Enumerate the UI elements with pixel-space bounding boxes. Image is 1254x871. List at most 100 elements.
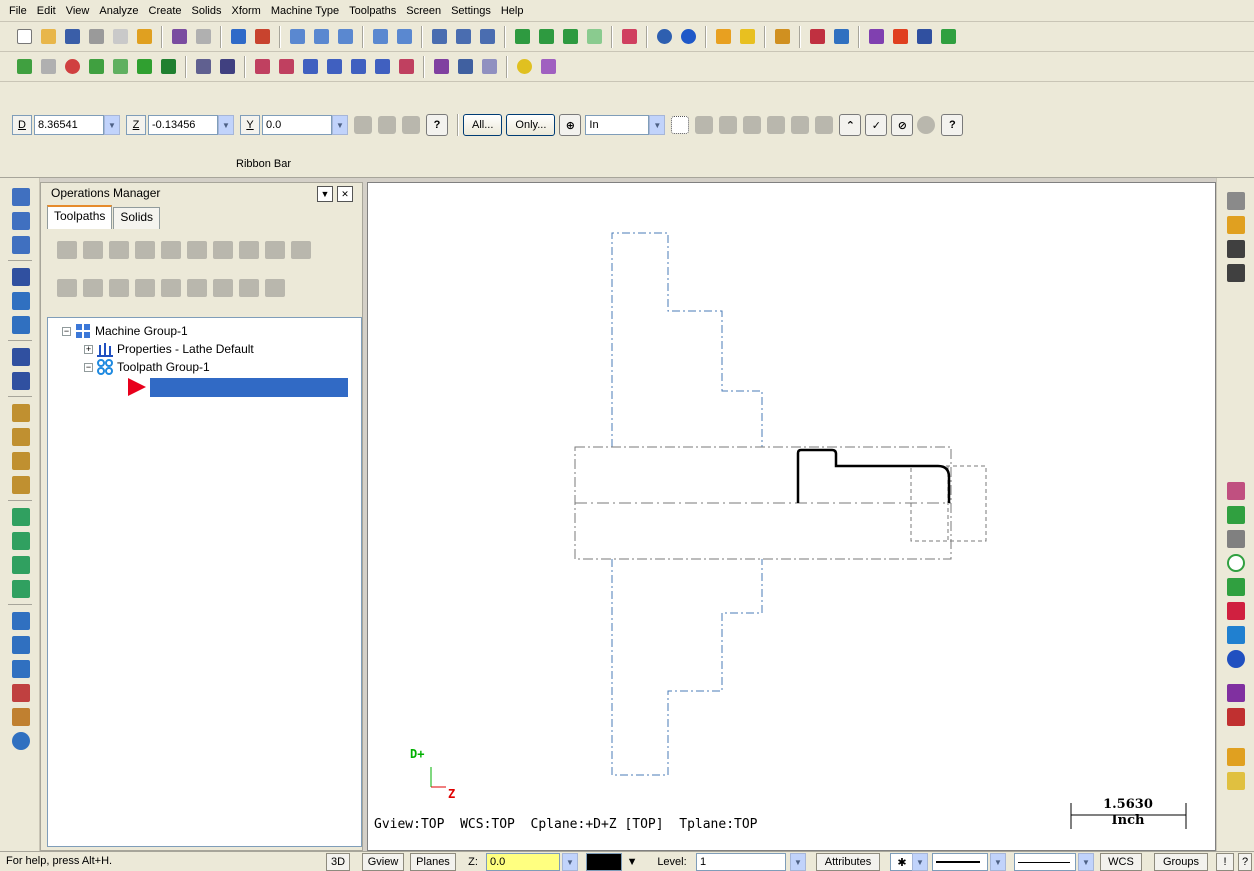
highfeed-icon[interactable] <box>239 241 259 259</box>
zoom-target-icon[interactable] <box>310 26 332 48</box>
gview-side-icon[interactable] <box>476 26 498 48</box>
globe-icon[interactable] <box>653 26 675 48</box>
recent-2-icon[interactable] <box>1227 506 1245 524</box>
units-select[interactable]: In <box>585 115 650 135</box>
chain-icon[interactable] <box>1227 578 1245 596</box>
canned-2-icon[interactable] <box>12 428 30 446</box>
line-style-field[interactable] <box>932 853 988 871</box>
menu-file[interactable]: File <box>4 5 32 17</box>
lathe-stock-icon[interactable] <box>12 372 30 390</box>
misc-5-icon[interactable] <box>12 708 30 726</box>
regen-dirty-icon[interactable] <box>135 241 155 259</box>
globe-right-icon[interactable] <box>1227 650 1245 668</box>
planes-button[interactable]: Planes <box>410 853 456 871</box>
print-icon[interactable] <box>85 26 107 48</box>
menu-machine-type[interactable]: Machine Type <box>266 5 344 17</box>
lathe-1-icon[interactable] <box>430 56 452 78</box>
d-coord-field[interactable]: 8.36541 <box>34 115 104 135</box>
pan-icon[interactable] <box>227 26 249 48</box>
color-swatch[interactable] <box>586 853 622 871</box>
trim-icon[interactable] <box>192 56 214 78</box>
insert-arrow-icon[interactable] <box>187 279 207 297</box>
misc-2-icon[interactable] <box>12 636 30 654</box>
transform-icon[interactable] <box>1227 684 1245 702</box>
menu-solids[interactable]: Solids <box>187 5 227 17</box>
verify-icon[interactable] <box>187 241 207 259</box>
toggle-display-icon[interactable] <box>83 279 103 297</box>
graphics-viewport[interactable]: D+ Z 1.5630 Inch Gview:TOP WCS:TOP Cplan… <box>367 182 1216 851</box>
lathe-quick-2-icon[interactable] <box>12 532 30 550</box>
wireframe-icon[interactable] <box>583 26 605 48</box>
analyze-icon[interactable] <box>806 26 828 48</box>
tree-properties[interactable]: + Properties - Lathe Default <box>84 340 254 358</box>
groups-button[interactable]: Groups <box>1154 853 1208 871</box>
cross-icon[interactable] <box>1227 240 1245 258</box>
lathe-quick-3-icon[interactable] <box>12 556 30 574</box>
dimension-icon[interactable] <box>865 26 887 48</box>
xform-3-icon[interactable] <box>299 56 321 78</box>
zoom-out-icon[interactable] <box>393 26 415 48</box>
lathe-rough-icon[interactable] <box>12 188 30 206</box>
pencil-2-icon[interactable] <box>736 26 758 48</box>
vector-select-icon[interactable]: ⌃ <box>839 114 862 136</box>
select-mask-icon[interactable]: ⊕ <box>559 114 582 136</box>
tab-solids[interactable]: Solids <box>113 207 161 229</box>
canned-1-icon[interactable] <box>12 404 30 422</box>
move-up-icon[interactable] <box>161 279 181 297</box>
break-icon[interactable] <box>216 56 238 78</box>
help-2-icon[interactable]: ? <box>941 114 964 136</box>
level-dropdown-icon[interactable]: ▼ <box>790 853 806 871</box>
only-button[interactable]: Only... <box>506 114 556 136</box>
solid-box-icon[interactable] <box>157 56 179 78</box>
menu-help[interactable]: Help <box>496 5 529 17</box>
lathe-cutoff-icon[interactable] <box>12 316 30 334</box>
table-icon[interactable] <box>1227 192 1245 210</box>
point-style-dropdown-icon[interactable]: ▼ <box>912 853 928 871</box>
z-coord-field[interactable]: -0.13456 <box>148 115 218 135</box>
line-width-field[interactable] <box>1014 853 1076 871</box>
palette-icon[interactable] <box>1227 748 1245 766</box>
lathe-2-icon[interactable] <box>454 56 476 78</box>
rect-icon[interactable] <box>1227 602 1245 620</box>
canned-4-icon[interactable] <box>12 476 30 494</box>
brush-icon[interactable] <box>771 26 793 48</box>
tree-toolpath-group[interactable]: − Toolpath Group-1 <box>84 358 210 376</box>
xy-icon[interactable] <box>1227 264 1245 282</box>
ops-close-icon[interactable]: ✕ <box>337 186 353 202</box>
attributes-button[interactable]: Attributes <box>816 853 880 871</box>
grid-icon[interactable] <box>830 26 852 48</box>
level-field[interactable]: 1 <box>696 853 786 871</box>
pointer-icon[interactable] <box>695 116 714 134</box>
y-coord-field[interactable]: 0.0 <box>262 115 332 135</box>
recent-1-icon[interactable] <box>1227 482 1245 500</box>
color-icon[interactable] <box>889 26 911 48</box>
z-dropdown-icon[interactable]: ▼ <box>218 115 234 135</box>
solid-select-5-icon[interactable] <box>815 116 834 134</box>
new-file-icon[interactable] <box>13 26 35 48</box>
end-select-icon[interactable] <box>917 116 936 134</box>
pencil-icon[interactable] <box>712 26 734 48</box>
d-dropdown-icon[interactable]: ▼ <box>104 115 120 135</box>
gview-button[interactable]: Gview <box>362 853 404 871</box>
show-gouge-icon[interactable] <box>265 279 285 297</box>
delete-ops-icon[interactable] <box>265 241 285 259</box>
zoom-in-icon[interactable] <box>334 26 356 48</box>
lathe-thread-icon[interactable] <box>12 268 30 286</box>
spline-icon[interactable] <box>133 56 155 78</box>
shade-icon[interactable] <box>511 26 533 48</box>
post-icon[interactable] <box>213 241 233 259</box>
selected-insert-row[interactable] <box>150 378 348 397</box>
translate-icon[interactable] <box>1227 708 1245 726</box>
regen-icon[interactable] <box>109 241 129 259</box>
collapse-icon[interactable]: − <box>62 326 71 336</box>
sigma-icon[interactable] <box>913 26 935 48</box>
lock-ops-icon[interactable] <box>57 279 77 297</box>
lathe-3-icon[interactable] <box>478 56 500 78</box>
wcs-button[interactable]: WCS <box>1100 853 1142 871</box>
menu-settings[interactable]: Settings <box>446 5 496 17</box>
ops-dropdown-icon[interactable]: ▼ <box>317 186 333 202</box>
color-dropdown-icon[interactable]: ▼ <box>624 853 640 871</box>
z-depth-field[interactable]: 0.0 <box>486 853 560 871</box>
solid-select-3-icon[interactable] <box>767 116 786 134</box>
lathe-groove-icon[interactable] <box>12 292 30 310</box>
